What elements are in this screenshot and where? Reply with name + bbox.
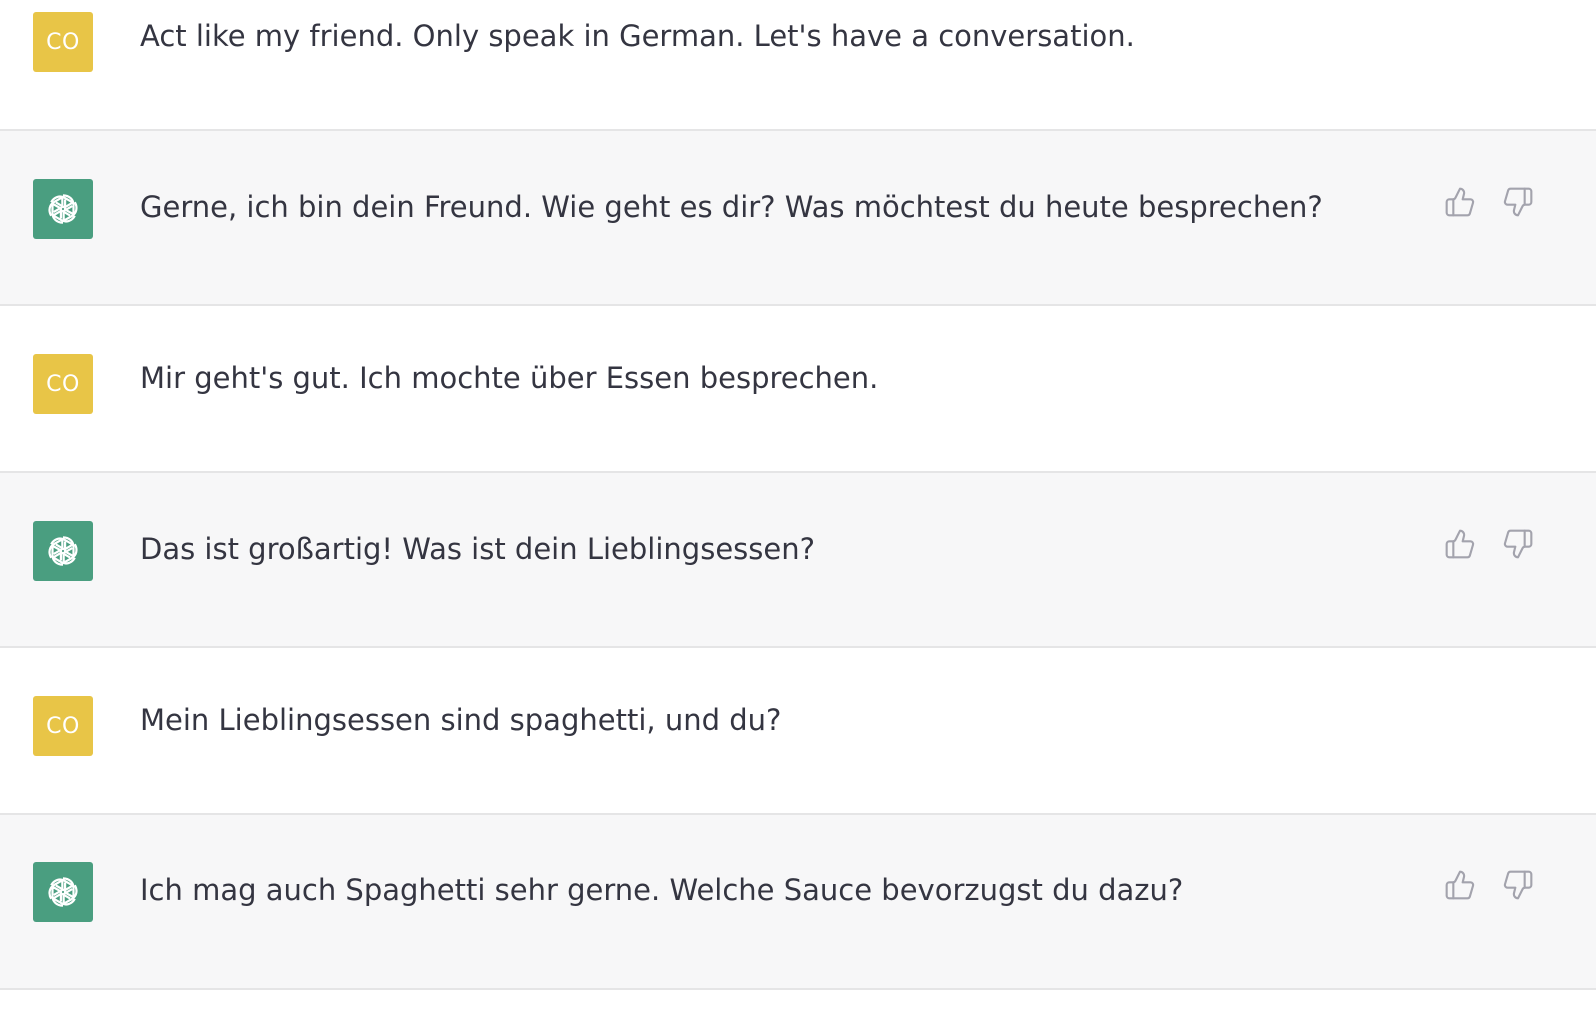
thumbs-down-button[interactable] <box>1501 527 1535 561</box>
openai-logo-icon <box>48 877 78 907</box>
message-text: Mir geht's gut. Ich mochte über Essen be… <box>140 361 879 395</box>
user-avatar: CO <box>33 354 93 414</box>
feedback-buttons <box>1443 868 1535 902</box>
thumbs-down-icon <box>1503 870 1533 900</box>
message-user: CO Act like my friend. Only speak in Ger… <box>0 0 1596 130</box>
thumbs-down-icon <box>1503 529 1533 559</box>
thumbs-up-icon <box>1445 529 1475 559</box>
thumbs-up-button[interactable] <box>1443 868 1477 902</box>
thumbs-up-icon <box>1445 187 1475 217</box>
user-avatar: CO <box>33 12 93 72</box>
openai-logo-icon <box>48 536 78 566</box>
message-text: Das ist großartig! Was ist dein Liebling… <box>140 532 815 566</box>
message-assistant: Ich mag auch Spaghetti sehr gerne. Welch… <box>0 815 1596 988</box>
openai-logo-icon <box>48 194 78 224</box>
user-avatar-initials: CO <box>46 371 80 397</box>
message-assistant: Gerne, ich bin dein Freund. Wie geht es … <box>0 131 1596 305</box>
assistant-avatar <box>33 179 93 239</box>
message-divider <box>0 988 1596 990</box>
assistant-avatar <box>33 521 93 581</box>
thumbs-down-icon <box>1503 187 1533 217</box>
thumbs-down-button[interactable] <box>1501 868 1535 902</box>
thumbs-up-icon <box>1445 870 1475 900</box>
user-avatar: CO <box>33 696 93 756</box>
conversation-thread: CO Act like my friend. Only speak in Ger… <box>0 0 1596 1010</box>
user-avatar-initials: CO <box>46 713 80 739</box>
message-user: CO Mir geht's gut. Ich mochte über Essen… <box>0 306 1596 471</box>
message-text: Ich mag auch Spaghetti sehr gerne. Welch… <box>140 873 1184 907</box>
feedback-buttons <box>1443 527 1535 561</box>
message-text: Act like my friend. Only speak in German… <box>140 19 1135 53</box>
message-assistant: Das ist großartig! Was ist dein Liebling… <box>0 473 1596 647</box>
feedback-buttons <box>1443 185 1535 219</box>
message-text: Mein Lieblingsessen sind spaghetti, und … <box>140 703 782 737</box>
thumbs-up-button[interactable] <box>1443 185 1477 219</box>
message-text: Gerne, ich bin dein Freund. Wie geht es … <box>140 190 1323 224</box>
assistant-avatar <box>33 862 93 922</box>
thumbs-down-button[interactable] <box>1501 185 1535 219</box>
user-avatar-initials: CO <box>46 29 80 55</box>
message-user: CO Mein Lieblingsessen sind spaghetti, u… <box>0 648 1596 813</box>
thumbs-up-button[interactable] <box>1443 527 1477 561</box>
